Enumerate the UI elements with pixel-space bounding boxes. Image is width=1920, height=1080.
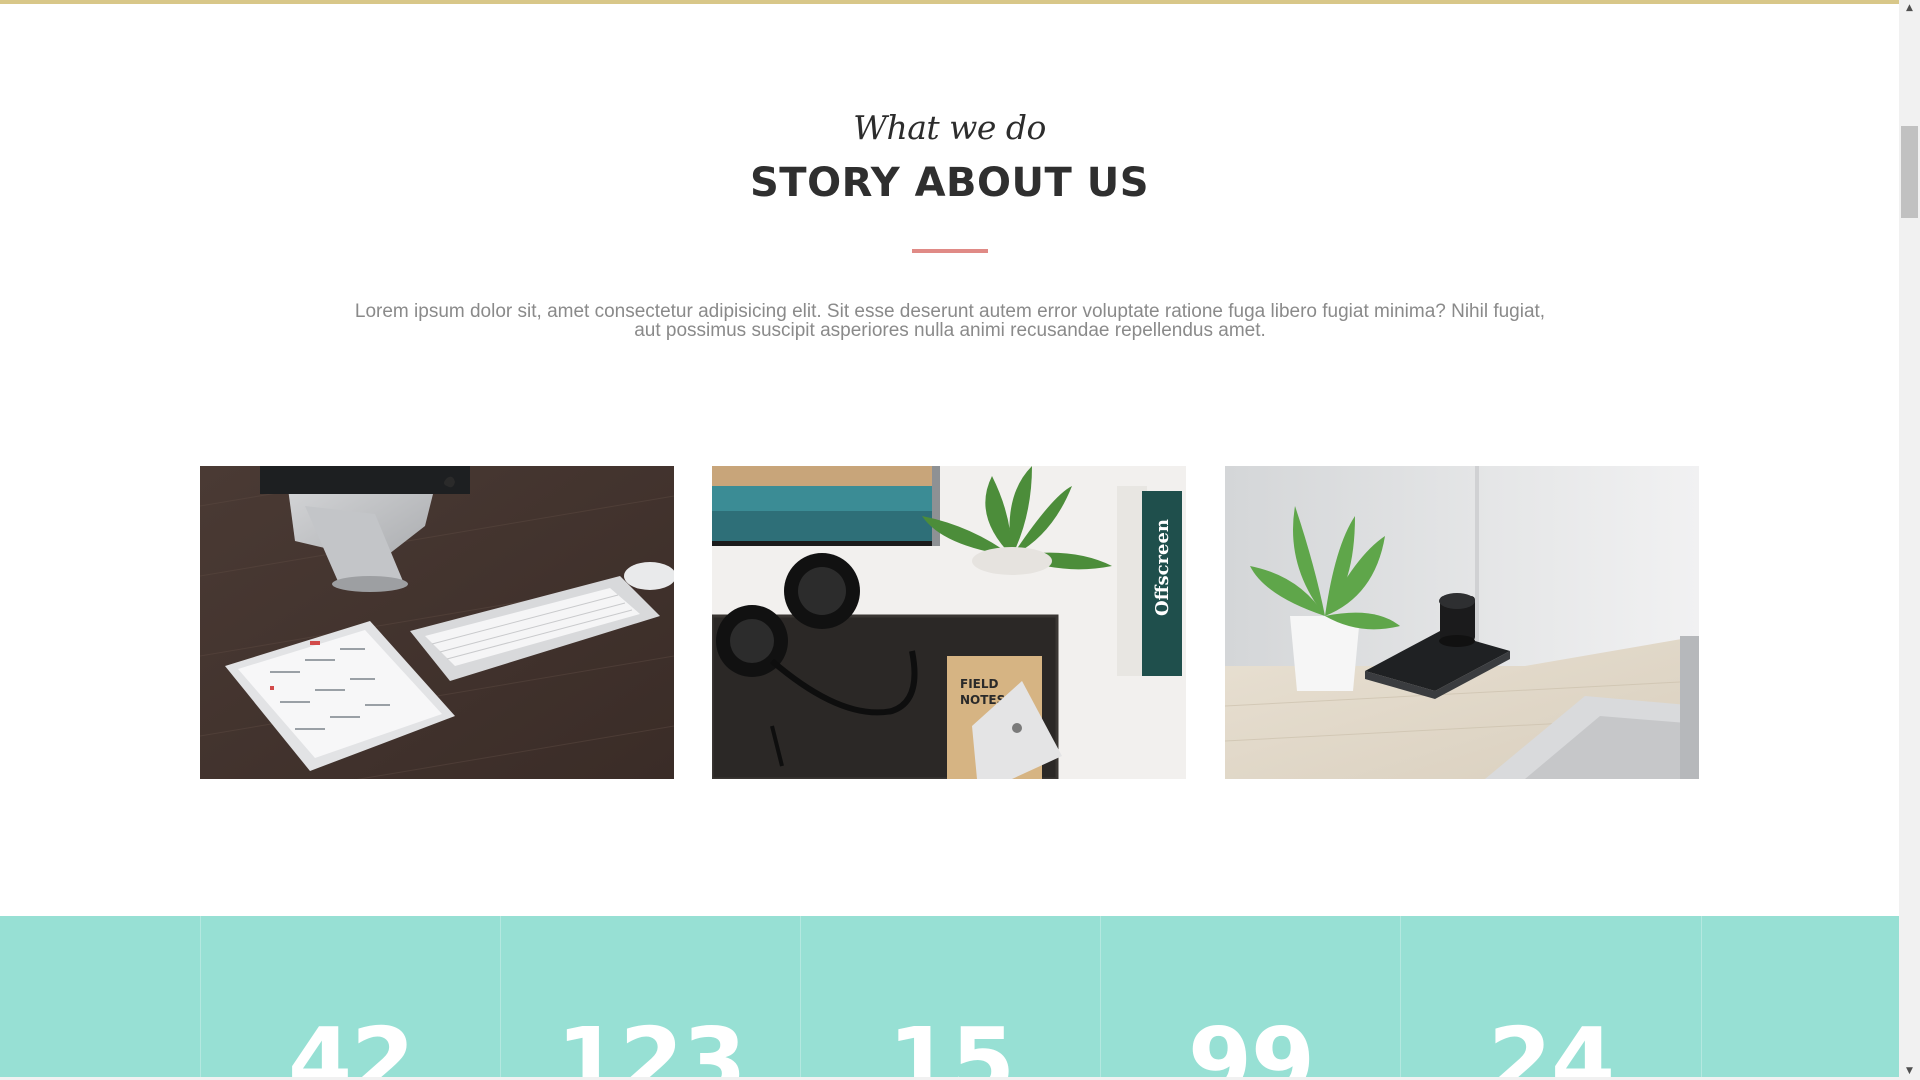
intro-line-2: aut possimus suscipit asperiores nulla a… (634, 320, 1266, 341)
triangle-down-icon[interactable]: ▼ (1899, 1063, 1920, 1080)
stat-column: 42 (200, 916, 501, 1080)
page-viewport: What we do STORY ABOUT US Lorem ipsum do… (0, 0, 1899, 1080)
intro-line-1: Lorem ipsum dolor sit, amet consectetur … (354, 301, 1546, 322)
stat-column: 24 (1400, 916, 1702, 1080)
stat-column: 99 (1100, 916, 1401, 1080)
stat-number: 24 (1487, 1008, 1615, 1080)
desk-imac-tablet-photo (200, 466, 674, 779)
section-title: STORY ABOUT US (749, 160, 1150, 206)
book-spine-text: Offscreen (1152, 519, 1173, 616)
vertical-scrollbar[interactable]: ▲ ▼ (1899, 0, 1920, 1080)
plant-camera-laptop-photo (1225, 466, 1699, 779)
triangle-up-icon[interactable]: ▲ (1899, 0, 1920, 17)
headphones-field-notes-photo: Offscreen FIELD NOTES (712, 466, 1186, 779)
title-divider (912, 249, 988, 253)
stat-number: 123 (556, 1008, 746, 1080)
section-kicker: What we do (853, 108, 1046, 147)
scrollbar-thumb[interactable] (1901, 126, 1918, 218)
svg-text:FIELD: FIELD (960, 677, 999, 691)
stat-column: 123 (500, 916, 801, 1080)
stat-number: 15 (887, 1008, 1015, 1080)
section-intro: Lorem ipsum dolor sit, amet consectetur … (350, 302, 1550, 340)
stat-number: 99 (1187, 1008, 1315, 1080)
stat-column: 15 (800, 916, 1101, 1080)
stats-band: 42 123 15 99 24 (0, 916, 1899, 1080)
top-accent-bar (0, 0, 1899, 4)
stat-number: 42 (287, 1008, 415, 1080)
